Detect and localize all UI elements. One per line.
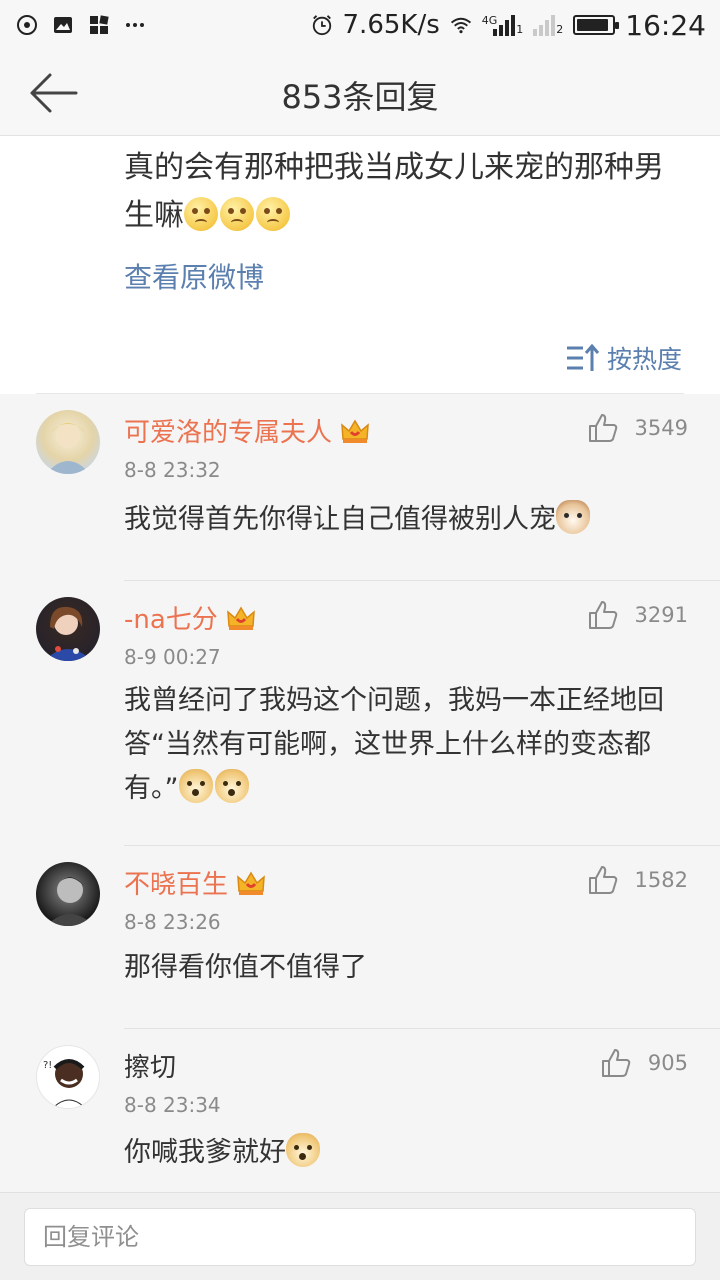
divider xyxy=(124,845,720,846)
crown-badge-icon xyxy=(236,869,266,897)
battery-fill xyxy=(577,19,608,31)
divider xyxy=(124,580,720,581)
author-name: 不晓百生 xyxy=(124,870,229,900)
net-speed: 7.65K/s xyxy=(342,10,440,40)
comment-text: 那得看你值不值得了 xyxy=(124,952,367,983)
doge-emoji-icon xyxy=(214,769,249,803)
comment-author[interactable]: 擦切 xyxy=(124,1047,176,1084)
comment-text-content: 你喊我爹就好 xyxy=(124,1137,286,1168)
comment-text: 我觉得首先你得让自己值得被别人宠 xyxy=(124,498,694,542)
sort-label: 按热度 xyxy=(606,345,682,374)
comment-time: 8-9 00:27 xyxy=(124,645,221,669)
image-icon xyxy=(52,14,74,36)
nav-bar: 853条回复 xyxy=(0,50,720,136)
comment-time: 8-8 23:34 xyxy=(124,1093,221,1117)
page-title: 853条回复 xyxy=(281,78,439,116)
cat-emoji-icon xyxy=(556,500,590,534)
comment-text-content: 我觉得首先你得让自己值得被别人宠 xyxy=(124,504,556,535)
svg-text:?!: ?! xyxy=(43,1060,52,1071)
music-disc-icon xyxy=(16,14,38,36)
comment-text: 你喊我爹就好 xyxy=(124,1131,694,1175)
comment-time: 8-8 23:32 xyxy=(124,458,221,482)
more-notifications-icon xyxy=(124,14,146,36)
comment-author[interactable]: -na七分 xyxy=(124,599,256,636)
sim2-label: 2 xyxy=(556,23,564,36)
comment-time: 8-8 23:26 xyxy=(124,910,221,934)
thumbs-up-icon xyxy=(601,1049,631,1077)
signal-sim2-icon xyxy=(533,14,556,36)
crown-badge-icon xyxy=(340,417,370,445)
sad-face-emoji-icon xyxy=(220,197,254,231)
status-bar: 7.65K/s 4G 1 2 16:24 xyxy=(0,0,720,50)
view-original-link[interactable]: 查看原微博 xyxy=(124,256,264,296)
author-name: -na七分 xyxy=(124,605,218,635)
alarm-icon xyxy=(311,14,333,36)
crown-badge-icon xyxy=(226,604,256,632)
like-button[interactable]: 905 xyxy=(600,1047,688,1079)
thumbs-up-icon xyxy=(588,866,617,894)
avatar[interactable] xyxy=(36,597,100,661)
sad-face-emoji-icon xyxy=(256,197,290,231)
sort-icon xyxy=(566,343,600,371)
signal-sim1-icon xyxy=(493,14,516,36)
doge-emoji-icon xyxy=(286,1133,320,1167)
post-text: 真的会有那种把我当成女儿来宠的那种男生嘛 xyxy=(124,144,684,240)
reply-bar xyxy=(0,1192,720,1280)
author-name: 擦切 xyxy=(124,1053,177,1083)
reply-input[interactable] xyxy=(24,1208,696,1266)
like-button[interactable]: 3291 xyxy=(587,599,688,631)
like-count: 3549 xyxy=(634,416,688,440)
sim1-label: 1 xyxy=(516,23,524,36)
divider xyxy=(36,393,684,394)
apps-icon xyxy=(88,14,110,36)
wifi-icon xyxy=(450,14,472,36)
sad-face-emoji-icon xyxy=(184,197,218,231)
comment-author[interactable]: 不晓百生 xyxy=(124,864,266,901)
avatar[interactable]: ?! xyxy=(36,1045,100,1109)
original-post: 真的会有那种把我当成女儿来宠的那种男生嘛 查看原微博 按热度 xyxy=(0,136,720,394)
battery-icon xyxy=(573,15,620,35)
sort-by-hot-button[interactable]: 按热度 xyxy=(565,340,682,376)
like-count: 1582 xyxy=(634,868,688,892)
like-button[interactable]: 3549 xyxy=(587,412,688,444)
doge-emoji-icon xyxy=(178,769,213,803)
comment-text: 我曾经问了我妈这个问题，我妈一本正经地回答“当然有可能啊，这世界上什么样的变态都… xyxy=(124,679,694,811)
like-count: 3291 xyxy=(634,603,688,627)
author-name: 可爱洛的专属夫人 xyxy=(124,418,333,448)
thumbs-up-icon xyxy=(588,414,617,442)
like-count: 905 xyxy=(647,1051,688,1075)
like-button[interactable]: 1582 xyxy=(587,864,688,896)
comment-author[interactable]: 可爱洛的专属夫人 xyxy=(124,412,370,449)
avatar[interactable] xyxy=(36,410,100,474)
avatar[interactable] xyxy=(36,862,100,926)
clock: 16:24 xyxy=(625,8,706,42)
thumbs-up-icon xyxy=(588,601,617,629)
divider xyxy=(124,1028,720,1029)
